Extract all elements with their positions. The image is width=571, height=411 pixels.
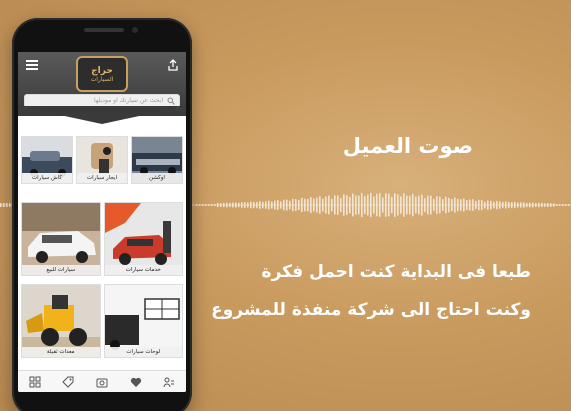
app-header: حراج السيارات ابحث عن سيارتك او موديلها — [18, 52, 186, 124]
category-row-2: سيارات للبيع خدمات سيارات — [18, 202, 186, 276]
tag-icon[interactable] — [61, 375, 75, 389]
category-tile-heavy-equipment[interactable]: معدات ثقيلة — [21, 284, 101, 358]
menu-icon[interactable] — [26, 60, 38, 70]
phone-mockup: حراج السيارات ابحث عن سيارتك او موديلها — [12, 18, 192, 411]
heart-icon[interactable] — [129, 375, 143, 389]
quote-line-1: طبعا فى البداية كنت احمل فكرة — [261, 262, 531, 282]
category-tile-rent-cars[interactable]: ايجار سيارات — [76, 136, 128, 184]
app-screen: حراج السيارات ابحث عن سيارتك او موديلها — [18, 52, 186, 392]
category-row-3: معدات ثقيلة لوحات سيارات — [18, 284, 186, 358]
camera-icon[interactable] — [95, 375, 109, 389]
category-tile-cash-cars[interactable]: كاش سيارات — [21, 136, 73, 184]
quote-line-2: وكنت احتاج الى شركة منفذة للمشروع — [211, 300, 531, 320]
logo-subtext: السيارات — [90, 75, 114, 83]
search-icon — [167, 97, 175, 105]
category-label: اوكشن — [132, 173, 182, 183]
headline-title: صوت العميل — [342, 134, 473, 158]
category-label: كاش سيارات — [22, 173, 72, 183]
header-chevron-decoration — [18, 106, 186, 124]
logo-text: حراج — [91, 65, 113, 76]
category-label: معدات ثقيلة — [22, 347, 100, 357]
category-label: ايجار سيارات — [77, 173, 127, 183]
bottom-navigation — [18, 370, 186, 392]
category-label: لوحات سيارات — [104, 347, 182, 357]
category-tile-car-services[interactable]: خدمات سيارات — [103, 202, 183, 276]
grid-icon[interactable] — [28, 375, 42, 389]
phone-speaker — [84, 28, 124, 32]
category-tile-cars-for-sale[interactable]: سيارات للبيع — [21, 202, 101, 276]
app-logo: حراج السيارات — [76, 56, 128, 92]
category-row-small: كاش سيارات ايجار سيارات اوكشن — [18, 136, 186, 184]
share-icon[interactable] — [168, 59, 178, 71]
category-label: خدمات سيارات — [104, 265, 182, 275]
phone-camera — [132, 27, 138, 33]
category-tile-auction[interactable]: اوكشن — [131, 136, 183, 184]
category-label: سيارات للبيع — [22, 265, 100, 275]
users-icon[interactable] — [162, 375, 176, 389]
category-tile-plates[interactable]: لوحات سيارات — [103, 284, 183, 358]
search-placeholder: ابحث عن سيارتك او موديلها — [94, 97, 163, 104]
